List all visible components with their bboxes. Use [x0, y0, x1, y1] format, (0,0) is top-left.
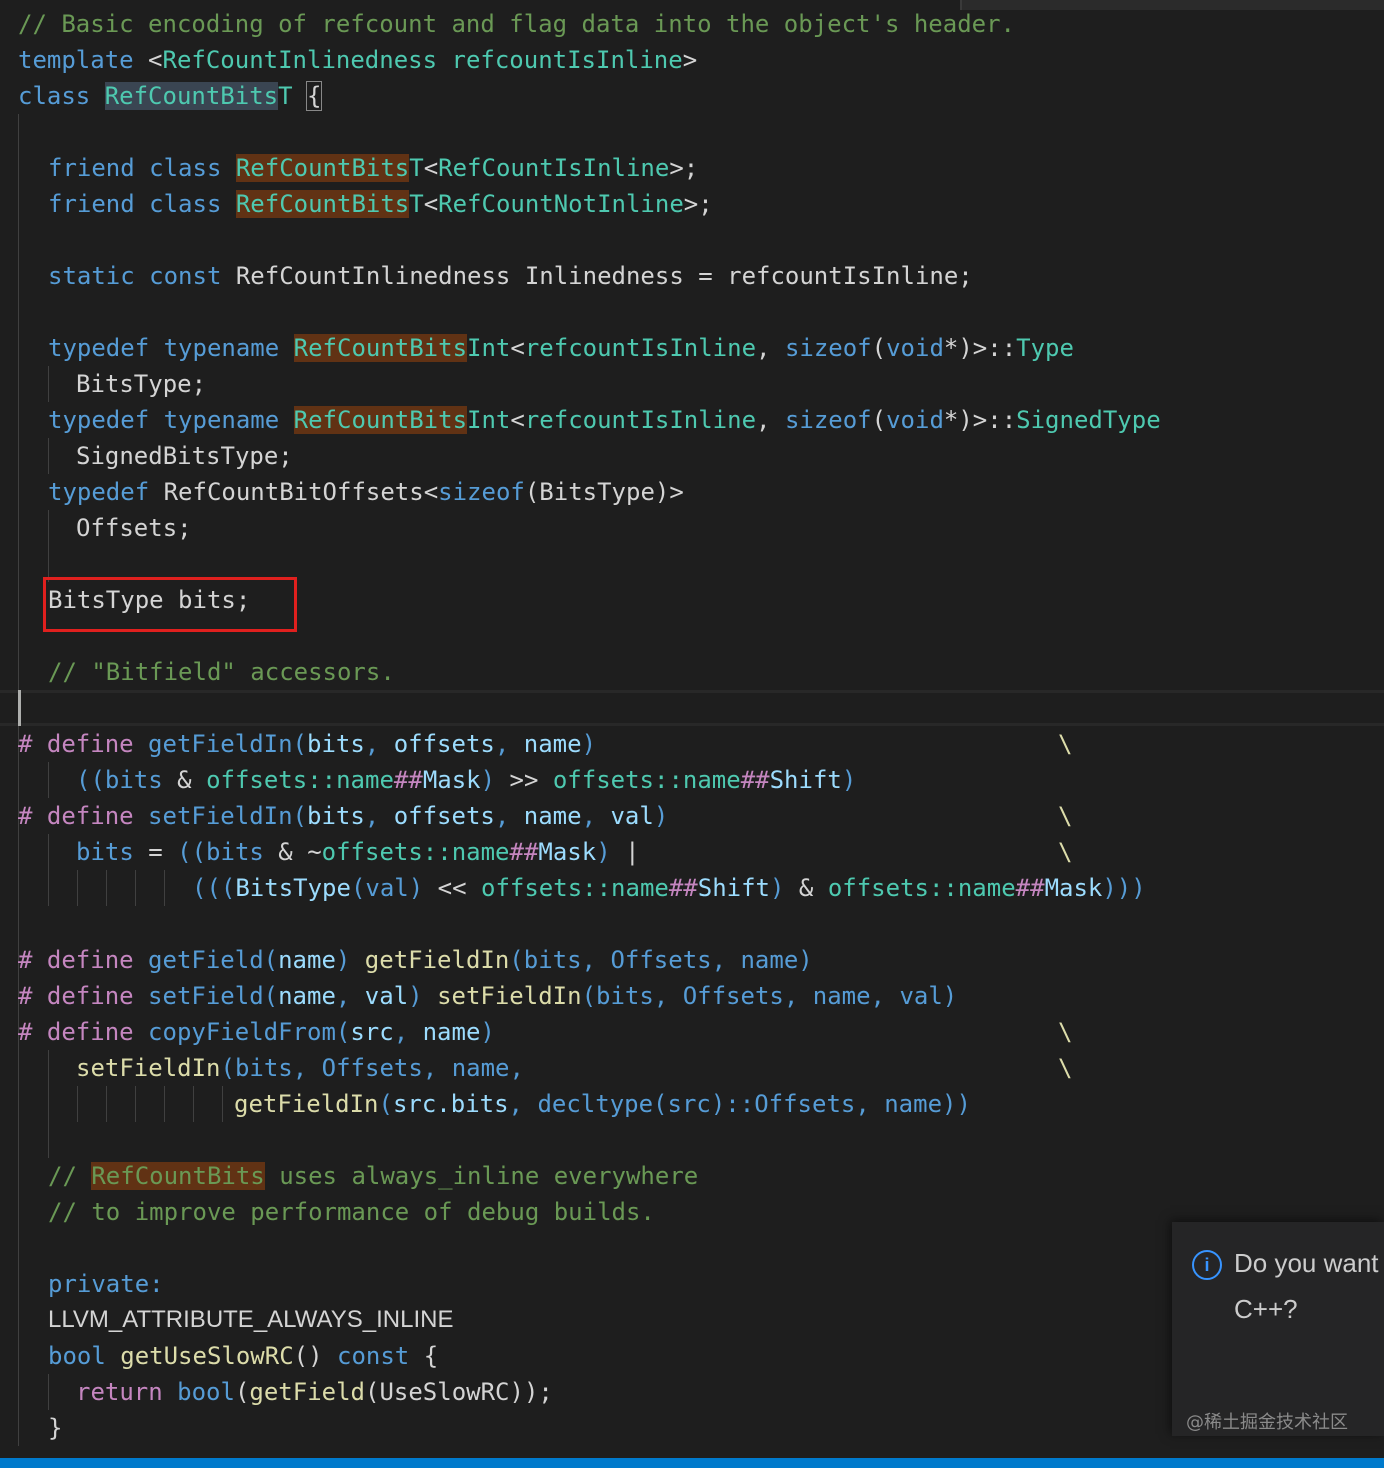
code-line: typedef typename RefCountBitsInt<refcoun… [48, 334, 1074, 362]
symbol-highlight: RefCountBits [293, 334, 468, 362]
indent-guide [48, 834, 49, 906]
line-continuation: \ [1058, 838, 1073, 866]
indent-guide [48, 510, 49, 582]
indent-guide [48, 1374, 49, 1410]
code-line: friend class RefCountBitsT<RefCountNotIn… [48, 190, 713, 218]
notification-toast[interactable]: i Do you want C++? [1172, 1222, 1384, 1436]
code-line: static const RefCountInlinedness Inlined… [48, 262, 973, 290]
code-line: // "Bitfield" accessors. [48, 658, 395, 686]
code-line: } [48, 1414, 63, 1442]
indent-guide [106, 870, 107, 906]
code-line: // Basic encoding of refcount and flag d… [18, 10, 1015, 38]
watermark: @稀土掘金技术社区 [1186, 1412, 1348, 1433]
line-continuation: \ [1058, 1054, 1073, 1082]
indent-guide [106, 1086, 107, 1122]
code-line: friend class RefCountBitsT<RefCountIsInl… [48, 154, 699, 182]
code-line: SignedBitsType; [76, 442, 293, 470]
code-line: private: [48, 1270, 164, 1298]
code-line: // to improve performance of debug build… [48, 1198, 655, 1226]
line-continuation: \ [1058, 802, 1073, 830]
symbol-highlight: RefCountBits [91, 1162, 265, 1190]
indent-guide [135, 1086, 136, 1122]
symbol-highlight: RefCountBits [293, 406, 468, 434]
status-bar [0, 1458, 1384, 1468]
scroll-shadow [960, 0, 1384, 10]
indent-guide [164, 1086, 165, 1122]
text-cursor [18, 690, 21, 726]
bracket-match: { [305, 81, 323, 111]
code-line: ((bits & offsets::name##Mask) >> offsets… [76, 766, 857, 794]
code-line: setFieldIn(bits, Offsets, name, [76, 1054, 524, 1082]
code-line: # define setField(name, val) setFieldIn(… [18, 982, 958, 1010]
indent-guide [48, 1050, 49, 1158]
notification-message-cont: C++? [1234, 1294, 1298, 1324]
info-icon: i [1192, 1250, 1222, 1280]
code-line: LLVM_ATTRIBUTE_ALWAYS_INLINE [48, 1306, 454, 1333]
code-line: (((BitsType(val) << offsets::name##Shift… [192, 874, 1146, 902]
code-line: # define setFieldIn(bits, offsets, name,… [18, 802, 669, 830]
indent-guide [18, 114, 19, 690]
code-line: # define getField(name) getFieldIn(bits,… [18, 946, 813, 974]
code-line: # define getFieldIn(bits, offsets, name) [18, 730, 597, 758]
code-line: bool getUseSlowRC() const { [48, 1342, 439, 1370]
code-line: # define copyFieldFrom(src, name) [18, 1018, 495, 1046]
indent-guide [77, 1086, 78, 1122]
indent-guide [18, 726, 19, 1446]
indent-guide [77, 870, 78, 906]
code-line: template <RefCountInlinedness refcountIs… [18, 46, 698, 74]
notification-message: Do you want [1234, 1248, 1379, 1278]
annotation-red-box [43, 577, 297, 632]
indent-guide [48, 762, 49, 798]
symbol-highlight: RefCountBits [235, 154, 410, 182]
code-line: return bool(getField(UseSlowRC)); [76, 1378, 553, 1406]
code-line: getFieldIn(src.bits, decltype(src)::Offs… [234, 1090, 971, 1118]
indent-guide [48, 438, 49, 474]
indent-guide [48, 366, 49, 402]
symbol-highlight: RefCountBits [235, 190, 410, 218]
indent-guide [164, 870, 165, 906]
code-line: class RefCountBitsT { [18, 81, 323, 111]
code-line: // RefCountBits uses always_inline every… [48, 1162, 699, 1190]
code-line: typedef typename RefCountBitsInt<refcoun… [48, 406, 1161, 434]
line-continuation: \ [1058, 730, 1073, 758]
code-line: typedef RefCountBitOffsets<sizeof(BitsTy… [48, 478, 684, 506]
code-line: Offsets; [76, 514, 192, 542]
symbol-highlight: RefCountBits [104, 82, 279, 110]
current-line-highlight [0, 690, 1384, 726]
indent-guide [222, 1086, 223, 1122]
indent-guide [193, 1086, 194, 1122]
indent-guide [135, 870, 136, 906]
line-continuation: \ [1058, 1018, 1073, 1046]
code-line: bits = ((bits & ~offsets::name##Mask) | [76, 838, 640, 866]
code-line: BitsType; [76, 370, 207, 398]
